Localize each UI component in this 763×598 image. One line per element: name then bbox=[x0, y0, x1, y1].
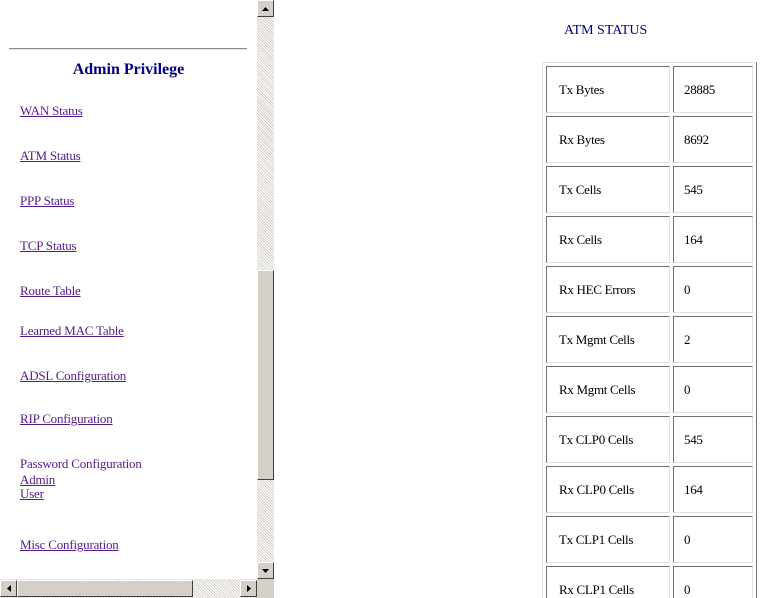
table-row: Tx Mgmt Cells 2 bbox=[546, 316, 753, 363]
stat-value: 28885 bbox=[673, 66, 753, 113]
table-row: Tx CLP1 Cells 0 bbox=[546, 516, 753, 563]
page-title: ATM STATUS bbox=[564, 23, 648, 38]
stat-value: 545 bbox=[673, 416, 753, 463]
nav-link-wan-status[interactable]: WAN Status bbox=[20, 103, 83, 119]
table-row: Rx Bytes 8692 bbox=[546, 116, 753, 163]
nav-link-ppp-status[interactable]: PPP Status bbox=[20, 193, 74, 209]
stat-value: 545 bbox=[673, 166, 753, 213]
nav-link-tcp-status[interactable]: TCP Status bbox=[20, 238, 77, 254]
table-row: Rx HEC Errors 0 bbox=[546, 266, 753, 313]
stat-label: Tx CLP1 Cells bbox=[546, 516, 670, 563]
table-row: Tx Cells 545 bbox=[546, 166, 753, 213]
nav-link-atm-status[interactable]: ATM Status bbox=[20, 148, 81, 164]
nav-link-adsl-configuration[interactable]: ADSL Configuration bbox=[20, 368, 126, 384]
arrow-down-icon bbox=[262, 568, 269, 573]
stat-value: 0 bbox=[673, 566, 753, 598]
arrow-right-icon bbox=[246, 585, 251, 592]
vertical-scroll-thumb[interactable] bbox=[257, 270, 274, 480]
vertical-scrollbar[interactable] bbox=[257, 0, 274, 579]
stat-value: 164 bbox=[673, 216, 753, 263]
stat-label: Rx CLP0 Cells bbox=[546, 466, 670, 513]
horizontal-scroll-thumb[interactable] bbox=[17, 580, 193, 597]
stat-label: Rx CLP1 Cells bbox=[546, 566, 670, 598]
stat-value: 0 bbox=[673, 516, 753, 563]
stat-value: 0 bbox=[673, 266, 753, 313]
scroll-left-button[interactable] bbox=[0, 580, 17, 597]
stat-label: Tx Cells bbox=[546, 166, 670, 213]
nav-link-route-table[interactable]: Route Table bbox=[20, 283, 81, 299]
navigation-frame: Admin Privilege WAN Status ATM Status PP… bbox=[0, 0, 274, 598]
content-frame: ATM STATUS Tx Bytes 28885 Rx Bytes 8692 … bbox=[274, 0, 763, 598]
nav-link-rip-configuration[interactable]: RIP Configuration bbox=[20, 411, 113, 427]
scroll-up-button[interactable] bbox=[257, 0, 274, 17]
scroll-right-button[interactable] bbox=[240, 580, 257, 597]
stat-label: Tx Bytes bbox=[546, 66, 670, 113]
stat-value: 0 bbox=[673, 366, 753, 413]
atm-status-table: Tx Bytes 28885 Rx Bytes 8692 Tx Cells 54… bbox=[542, 62, 757, 598]
nav-link-user[interactable]: User bbox=[20, 486, 44, 502]
horizontal-divider bbox=[9, 48, 247, 50]
table-row: Tx CLP0 Cells 545 bbox=[546, 416, 753, 463]
table-row: Rx CLP1 Cells 0 bbox=[546, 566, 753, 598]
stat-label: Rx Mgmt Cells bbox=[546, 366, 670, 413]
arrow-up-icon bbox=[262, 6, 269, 11]
arrow-left-icon bbox=[6, 585, 11, 592]
scroll-down-button[interactable] bbox=[257, 562, 274, 579]
table-row: Rx Mgmt Cells 0 bbox=[546, 366, 753, 413]
table-row: Tx Bytes 28885 bbox=[546, 66, 753, 113]
stat-value: 164 bbox=[673, 466, 753, 513]
stat-label: Tx Mgmt Cells bbox=[546, 316, 670, 363]
table-row: Rx Cells 164 bbox=[546, 216, 753, 263]
scrollbar-corner bbox=[257, 579, 274, 598]
stat-label: Rx Bytes bbox=[546, 116, 670, 163]
password-configuration-label: Password Configuration bbox=[20, 456, 142, 471]
stat-label: Tx CLP0 Cells bbox=[546, 416, 670, 463]
nav-link-misc-configuration[interactable]: Misc Configuration bbox=[20, 537, 119, 553]
navigation-content: Admin Privilege WAN Status ATM Status PP… bbox=[0, 0, 257, 579]
admin-privilege-heading: Admin Privilege bbox=[72, 61, 185, 78]
horizontal-scrollbar[interactable] bbox=[0, 579, 257, 598]
stat-value: 8692 bbox=[673, 116, 753, 163]
nav-link-learned-mac-table[interactable]: Learned MAC Table bbox=[20, 323, 124, 339]
table-row: Rx CLP0 Cells 164 bbox=[546, 466, 753, 513]
stat-label: Rx HEC Errors bbox=[546, 266, 670, 313]
stat-value: 2 bbox=[673, 316, 753, 363]
stat-label: Rx Cells bbox=[546, 216, 670, 263]
